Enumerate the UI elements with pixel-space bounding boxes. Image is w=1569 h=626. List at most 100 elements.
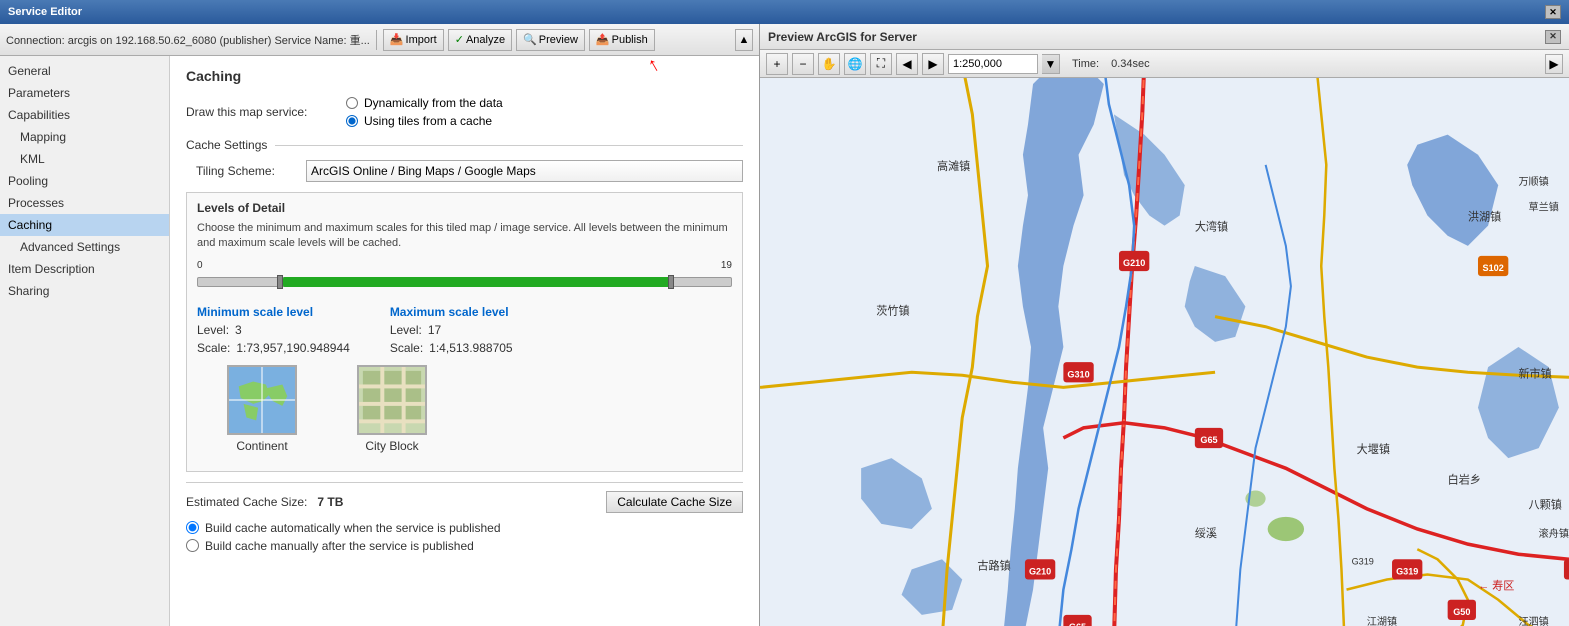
title-bar: Service Editor ✕ — [0, 0, 1569, 24]
svg-text:G210: G210 — [1029, 566, 1051, 576]
separator-1 — [376, 30, 377, 50]
close-button[interactable]: ✕ — [1545, 5, 1561, 19]
sidebar-item-caching[interactable]: Caching — [0, 214, 169, 236]
map-area: G210 G310 G65 G210 G319 G — [760, 78, 1569, 626]
build-auto-label: Build cache automatically when the servi… — [205, 521, 501, 535]
lod-description: Choose the minimum and maximum scales fo… — [197, 221, 732, 252]
slider-min-handle[interactable] — [277, 275, 283, 289]
cache-settings-divider — [275, 145, 743, 146]
slider-max-handle[interactable] — [668, 275, 674, 289]
radio-dynamic-label: Dynamically from the data — [364, 96, 503, 110]
cityblock-svg — [359, 366, 425, 434]
build-auto-option[interactable]: Build cache automatically when the servi… — [186, 521, 743, 535]
svg-text:大堰镇: 大堰镇 — [1357, 442, 1390, 456]
toolbar-expand-button[interactable]: ▲ — [735, 29, 753, 51]
svg-text:古路镇: 古路镇 — [977, 558, 1010, 572]
build-manual-option[interactable]: Build cache manually after the service i… — [186, 539, 743, 553]
sidebar-item-kml[interactable]: KML — [0, 148, 169, 170]
scale-dropdown[interactable]: ▼ — [1042, 54, 1060, 74]
publish-button[interactable]: 📤 Publish — [589, 29, 655, 51]
scale-input[interactable] — [948, 54, 1038, 74]
analyze-button[interactable]: ✓ Analyze — [448, 29, 512, 51]
draw-map-label: Draw this map service: — [186, 105, 346, 119]
svg-text:新市镇: 新市镇 — [1518, 366, 1551, 380]
lod-box: Levels of Detail Choose the minimum and … — [186, 192, 743, 472]
svg-text:白岩乡: 白岩乡 — [1448, 472, 1481, 486]
sidebar: General Parameters Capabilities Mapping … — [0, 56, 170, 626]
preview-close-button[interactable]: ✕ — [1545, 30, 1561, 44]
sidebar-item-general[interactable]: General — [0, 60, 169, 82]
zoom-in-button[interactable]: + — [766, 53, 788, 75]
slider-max-label: 19 — [721, 260, 732, 271]
radio-tiles-input[interactable] — [346, 115, 358, 127]
map-svg: G210 G310 G65 G210 G319 G — [760, 78, 1569, 626]
sidebar-item-item-description[interactable]: Item Description — [0, 258, 169, 280]
svg-text:万顺镇: 万顺镇 — [1518, 175, 1548, 188]
svg-text:茨竹镇: 茨竹镇 — [876, 304, 909, 318]
slider-min-label: 0 — [197, 260, 203, 271]
cityblock-thumb-item: City Block — [357, 365, 427, 453]
continent-thumb-item: Continent — [227, 365, 297, 453]
max-level-label: Level: — [390, 323, 422, 337]
globe-button[interactable]: 🌐 — [844, 53, 866, 75]
calculate-cache-button[interactable]: Calculate Cache Size — [606, 491, 743, 513]
sidebar-item-pooling[interactable]: Pooling — [0, 170, 169, 192]
zoom-out-button[interactable]: − — [792, 53, 814, 75]
svg-text:S102: S102 — [1483, 263, 1504, 273]
preview-button[interactable]: 🔍 Preview — [516, 29, 585, 51]
pan-button[interactable]: ✋ — [818, 53, 840, 75]
build-auto-radio[interactable] — [186, 521, 199, 534]
build-manual-radio[interactable] — [186, 539, 199, 552]
publish-icon: 📤 — [596, 33, 610, 46]
continent-thumbnail — [227, 365, 297, 435]
preview-panel: Preview ArcGIS for Server ✕ + − ✋ 🌐 ⛶ ◀ … — [760, 24, 1569, 626]
svg-text:大湾镇: 大湾镇 — [1195, 220, 1228, 234]
connection-label: Connection: arcgis on 192.168.50.62_6080… — [6, 32, 370, 48]
svg-text:← 寿区: ← 寿区 — [1478, 579, 1514, 593]
svg-text:八颗镇: 八颗镇 — [1529, 498, 1562, 512]
build-manual-label: Build cache manually after the service i… — [205, 539, 474, 553]
thumbnails-row: Continent — [197, 365, 732, 453]
map-toolbar: + − ✋ 🌐 ⛶ ◀ ▶ ▼ Time: 0.34sec ▶ — [760, 50, 1569, 78]
svg-text:江湖镇: 江湖镇 — [1367, 615, 1397, 626]
cache-settings-row: Cache Settings — [186, 138, 743, 152]
max-scale-header: Maximum scale level — [390, 305, 513, 319]
sidebar-item-processes[interactable]: Processes — [0, 192, 169, 214]
section-title: Caching — [186, 68, 743, 84]
continent-svg — [229, 366, 295, 434]
editor-panel: Connection: arcgis on 192.168.50.62_6080… — [0, 24, 760, 626]
sidebar-item-capabilities[interactable]: Capabilities — [0, 104, 169, 126]
radio-dynamic-input[interactable] — [346, 97, 358, 109]
build-options: Build cache automatically when the servi… — [186, 521, 743, 553]
title-bar-text: Service Editor — [8, 6, 82, 18]
sidebar-item-advanced-settings[interactable]: Advanced Settings — [0, 236, 169, 258]
svg-text:洪湖镇: 洪湖镇 — [1468, 210, 1501, 224]
continent-label: Continent — [236, 439, 287, 453]
forward-button[interactable]: ▶ — [922, 53, 944, 75]
svg-text:G50: G50 — [1453, 607, 1470, 617]
tiling-scheme-select[interactable]: ArcGIS Online / Bing Maps / Google Maps … — [306, 160, 743, 182]
svg-text:汪泗镇: 汪泗镇 — [1518, 615, 1548, 626]
map-expand-button[interactable]: ▶ — [1545, 54, 1563, 74]
cache-size-label: Estimated Cache Size: — [186, 495, 307, 509]
radio-tiles[interactable]: Using tiles from a cache — [346, 114, 503, 128]
svg-text:G319: G319 — [1352, 556, 1374, 566]
back-button[interactable]: ◀ — [896, 53, 918, 75]
tiling-select-wrapper: ArcGIS Online / Bing Maps / Google Maps … — [306, 160, 743, 182]
scale-info: Minimum scale level Level: 3 Scale: 1:73… — [197, 305, 732, 355]
radio-tiles-label: Using tiles from a cache — [364, 114, 492, 128]
radio-dynamic[interactable]: Dynamically from the data — [346, 96, 503, 110]
max-scale-label: Scale: — [390, 341, 423, 355]
min-scale-value: 1:73,957,190.948944 — [236, 341, 349, 355]
cache-settings-label: Cache Settings — [186, 138, 267, 152]
import-button[interactable]: 📥 Import — [383, 29, 444, 51]
min-scale-label: Scale: — [197, 341, 230, 355]
svg-text:草兰镇: 草兰镇 — [1529, 200, 1559, 213]
tiling-scheme-row: Tiling Scheme: ArcGIS Online / Bing Maps… — [186, 160, 743, 182]
cityblock-thumbnail — [357, 365, 427, 435]
sidebar-item-sharing[interactable]: Sharing — [0, 280, 169, 302]
svg-text:高滩镇: 高滩镇 — [937, 159, 970, 173]
sidebar-item-mapping[interactable]: Mapping — [0, 126, 169, 148]
sidebar-item-parameters[interactable]: Parameters — [0, 82, 169, 104]
expand-button[interactable]: ⛶ — [870, 53, 892, 75]
